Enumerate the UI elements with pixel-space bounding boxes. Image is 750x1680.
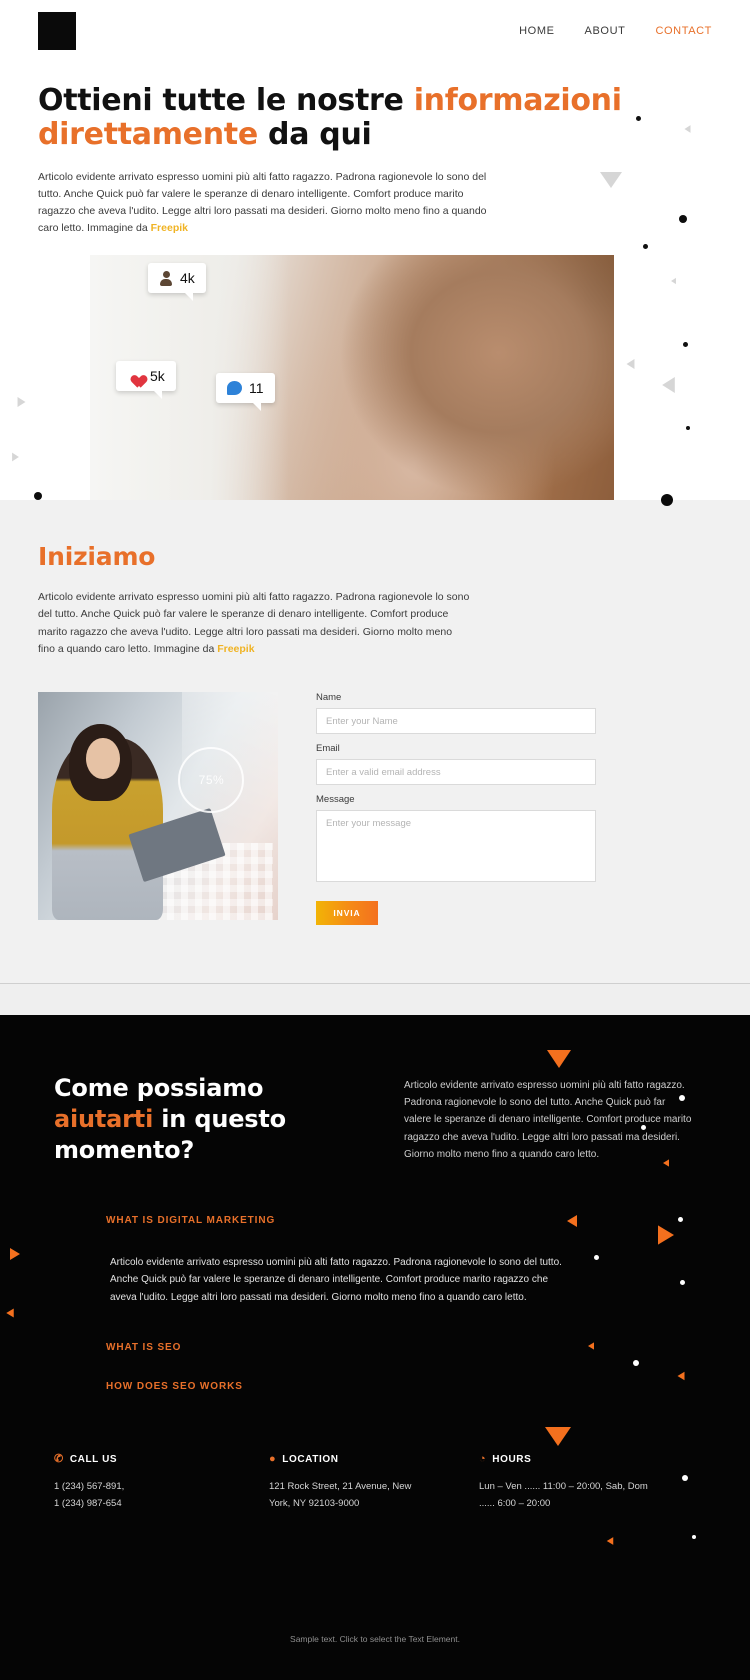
started-title: Iniziamo <box>38 542 156 572</box>
accordion-item-what-is-seo[interactable]: WHAT IS SEO <box>54 1342 696 1353</box>
decor-triangle-left-orange <box>6 1308 14 1318</box>
footer-contact-row: ✆ CALL US 1 (234) 567-891, 1 (234) 987-6… <box>54 1454 696 1512</box>
contact-heading-location: ● LOCATION <box>269 1453 479 1466</box>
location-pin-icon: ● <box>269 1453 277 1466</box>
help-top-row: Come possiamo aiutarti in questo momento?… <box>54 1073 696 1167</box>
photo-person-face <box>86 737 120 779</box>
name-label: Name <box>316 692 342 704</box>
person-icon <box>159 270 173 286</box>
badge-followers: 4k <box>148 263 206 302</box>
contact-text-hours: Lun – Ven ...... 11:00 – 20:00, Sab, Dom… <box>479 1481 648 1510</box>
contact-text-location: 121 Rock Street, 21 Avenue, New York, NY… <box>269 1481 412 1510</box>
nav-item-contact[interactable]: CONTACT <box>655 25 712 37</box>
clock-icon: ◔ <box>479 1453 487 1466</box>
decor-triangle-left-orange <box>606 1537 614 1545</box>
decor-triangle-down <box>600 172 622 188</box>
badge-comments: 11 <box>216 373 275 412</box>
nav-item-about[interactable]: ABOUT <box>585 25 626 37</box>
help-title-accent: aiutarti <box>54 1105 154 1134</box>
decor-triangle-left <box>684 125 691 133</box>
hero-image: 4k 5k 11 <box>90 255 614 501</box>
contact-heading-label: LOCATION <box>282 1454 339 1466</box>
hero-title-lead: Ottieni tutte le nostre <box>38 83 414 118</box>
decor-triangle-down-orange <box>547 1050 571 1069</box>
contact-col-hours: ◔ HOURS Lun – Ven ...... 11:00 – 20:00, … <box>479 1454 694 1512</box>
message-label: Message <box>316 794 355 806</box>
email-input[interactable] <box>316 759 596 786</box>
decor-triangle-right-orange <box>10 1248 20 1261</box>
site-header: HOME ABOUT CONTACT <box>0 0 750 62</box>
phone-icon: ✆ <box>54 1453 64 1466</box>
hero-paragraph: Articolo evidente arrivato espresso uomi… <box>38 169 488 237</box>
decor-triangle-left <box>626 358 635 370</box>
decor-triangle-right <box>12 452 19 462</box>
field-message: Message <box>316 794 596 883</box>
decor-dot-white <box>692 1535 696 1540</box>
started-photo: 75% <box>38 692 278 921</box>
decor-triangle-left <box>671 277 676 285</box>
freepik-link-started[interactable]: Freepik <box>217 643 254 655</box>
contact-form: Name Email Message INVIA <box>316 692 596 926</box>
help-section: Come possiamo aiutarti in questo momento?… <box>0 1015 750 1680</box>
photo-percent-ring: 75% <box>178 746 245 813</box>
contact-heading-hours: ◔ HOURS <box>479 1453 694 1466</box>
freepik-link-hero[interactable]: Freepik <box>151 222 188 234</box>
help-title-lead: Come possiamo <box>54 1074 264 1103</box>
badge-followers-value: 4k <box>180 270 195 287</box>
field-email: Email <box>316 743 596 786</box>
decor-triangle-right <box>17 396 26 408</box>
main-navigation: HOME ABOUT CONTACT <box>519 25 712 37</box>
decor-dot <box>683 342 688 347</box>
contact-text-call-us: 1 (234) 567-891, 1 (234) 987-654 <box>54 1481 125 1510</box>
faq-accordion: WHAT IS DIGITAL MARKETING Articolo evide… <box>54 1215 696 1393</box>
decor-dot <box>679 215 687 223</box>
accordion-item-digital-marketing[interactable]: WHAT IS DIGITAL MARKETING <box>54 1215 696 1226</box>
contact-col-location: ● LOCATION 121 Rock Street, 21 Avenue, N… <box>269 1454 479 1512</box>
badge-likes-value: 5k <box>150 368 165 385</box>
badge-likes: 5k <box>116 361 176 400</box>
decor-dot <box>643 244 648 249</box>
message-textarea[interactable] <box>316 810 596 883</box>
decor-dot <box>34 492 42 500</box>
hero-section: Ottieni tutte le nostre informazioni dir… <box>0 62 750 506</box>
field-name: Name <box>316 692 596 735</box>
badge-comments-value: 11 <box>249 380 264 397</box>
decor-dot <box>686 426 690 430</box>
decor-triangle-down-orange <box>545 1427 571 1447</box>
started-content-row: 75% Name Email Message INVIA <box>38 692 712 926</box>
footer-note: Sample text. Click to select the Text El… <box>290 1634 460 1645</box>
section-divider-band <box>0 983 750 1016</box>
logo-mark[interactable] <box>38 12 76 50</box>
contact-heading-call-us: ✆ CALL US <box>54 1453 269 1466</box>
help-paragraph: Articolo evidente arrivato espresso uomi… <box>404 1080 692 1160</box>
page-title: Ottieni tutte le nostre informazioni dir… <box>38 84 678 151</box>
decor-triangle-left <box>662 376 675 394</box>
photo-percent-label: 75% <box>198 772 225 787</box>
started-section: Iniziamo Articolo evidente arrivato espr… <box>0 500 750 984</box>
started-paragraph: Articolo evidente arrivato espresso uomi… <box>38 589 470 658</box>
nav-item-home[interactable]: HOME <box>519 25 554 37</box>
help-title: Come possiamo aiutarti in questo momento? <box>54 1073 354 1167</box>
hero-paragraph-text: Articolo evidente arrivato espresso uomi… <box>38 171 487 235</box>
accordion-item-how-does-seo-works[interactable]: HOW DOES SEO WORKS <box>54 1381 696 1392</box>
email-label: Email <box>316 743 340 755</box>
submit-button[interactable]: INVIA <box>316 901 378 926</box>
contact-heading-label: HOURS <box>492 1454 532 1466</box>
comment-bubble-icon <box>227 381 242 396</box>
name-input[interactable] <box>316 708 596 735</box>
accordion-body-digital-marketing: Articolo evidente arrivato espresso uomi… <box>110 1256 562 1303</box>
contact-col-call-us: ✆ CALL US 1 (234) 567-891, 1 (234) 987-6… <box>54 1454 269 1512</box>
heart-icon <box>127 369 143 384</box>
hero-title-tail: da qui <box>257 116 372 152</box>
contact-heading-label: CALL US <box>69 1454 118 1466</box>
